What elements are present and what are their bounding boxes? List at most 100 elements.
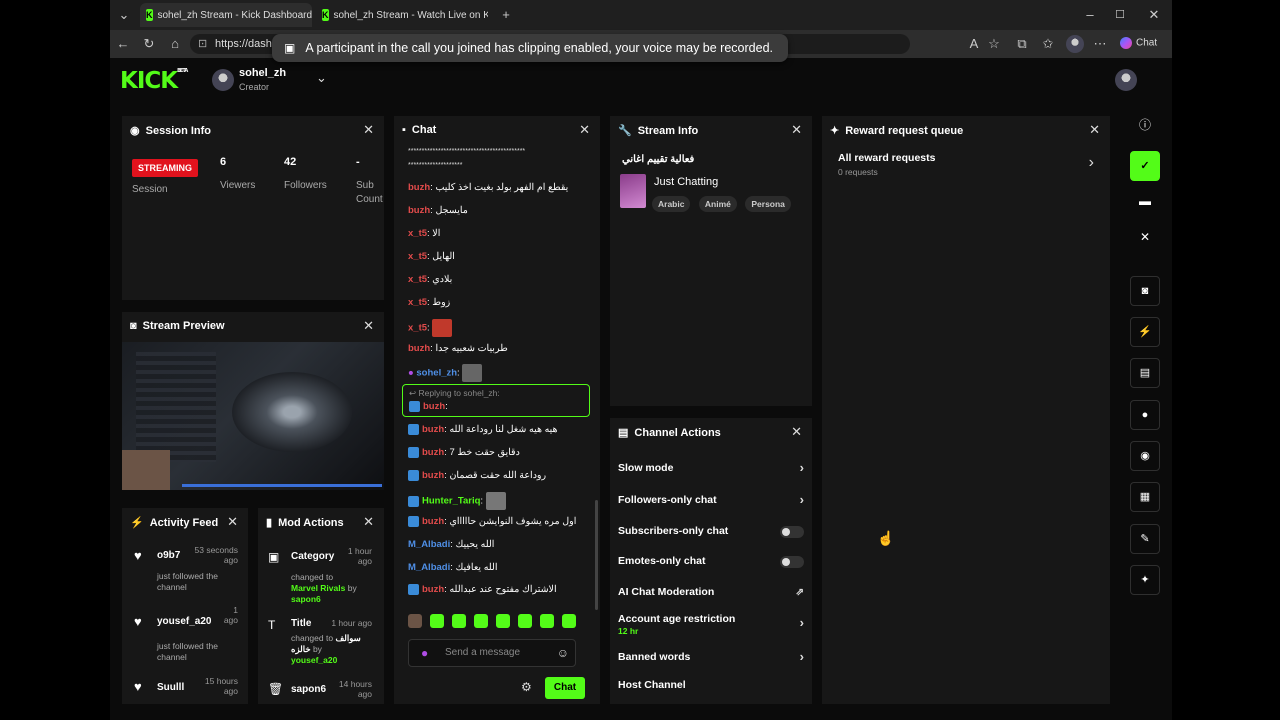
layout-icon[interactable]: ▬ (1136, 192, 1154, 210)
emoji-icon[interactable]: ☺ (557, 640, 569, 666)
stream-preview-video[interactable] (122, 342, 384, 490)
rail-chat-button[interactable]: ● (1130, 400, 1160, 430)
close-icon[interactable]: ✕ (1136, 228, 1154, 246)
chat-username[interactable]: buzh (408, 205, 430, 216)
rail-stream-preview-button[interactable]: ◙ (1130, 276, 1160, 306)
emote-button[interactable] (562, 614, 576, 628)
subscribers-only-label: Subscribers-only chat (618, 525, 729, 537)
count-label: Count (356, 194, 383, 205)
slow-mode-row[interactable]: Slow mode › (618, 460, 804, 475)
ai-mod-label: AI Chat Moderation (618, 586, 715, 598)
info-icon[interactable]: ⓘ (1136, 116, 1154, 134)
banned-words-row[interactable]: Banned words › (618, 649, 804, 664)
emote-button[interactable] (540, 614, 554, 628)
chat-scrollbar[interactable] (595, 500, 598, 610)
feed-time-ago: ago (223, 615, 238, 625)
chat-username[interactable]: buzh (422, 470, 444, 481)
chat-username[interactable]: x_t5 (408, 274, 427, 285)
emote-button[interactable] (452, 614, 466, 628)
feed-time-ago: ago (223, 686, 238, 696)
feed-user: yousef_a20 (157, 616, 212, 627)
close-icon[interactable]: ✕ (363, 318, 374, 334)
save-layout-button[interactable]: ✓ (1130, 151, 1160, 181)
close-icon[interactable]: ✕ (791, 424, 802, 440)
chat-message-input[interactable]: ● Send a message ☺ (408, 639, 576, 667)
chat-username[interactable]: buzh (422, 447, 444, 458)
preview-turntable-image (232, 372, 352, 452)
chat-username[interactable]: M_Albadi (408, 562, 450, 573)
subscribers-only-toggle[interactable] (780, 526, 804, 538)
chat-username[interactable]: buzh (423, 401, 445, 412)
chat-text: يقطع ام الفهر بولد بغيت اخذ كليب (435, 182, 569, 193)
rail-activity-button[interactable]: ⚡ (1130, 317, 1160, 347)
new-tab-icon[interactable]: + (498, 7, 514, 23)
chat-username[interactable]: x_t5 (408, 251, 427, 262)
chat-text: هيه هيه شغل لنا روداعة الله (449, 424, 558, 436)
chat-username[interactable]: buzh (408, 343, 430, 354)
chat-username[interactable]: Hunter_Tariq (422, 496, 480, 507)
rail-broadcast-button[interactable]: ◉ (1130, 441, 1160, 471)
moderator-badge-icon (408, 516, 419, 527)
back-icon[interactable]: ← (115, 36, 131, 52)
chat-username[interactable]: x_t5 (408, 297, 427, 308)
host-channel-row[interactable]: Host Channel (618, 679, 804, 691)
mic-icon[interactable]: ● (421, 640, 428, 666)
chevron-down-icon[interactable]: ⌄ (316, 70, 327, 86)
browser-tab-watch[interactable]: K sohel_zh Stream - Watch Live on K ✕ (316, 3, 488, 27)
minimize-icon[interactable]: – (1082, 7, 1098, 23)
rail-channel-actions-button[interactable]: ▦ (1130, 482, 1160, 512)
emote-button[interactable] (408, 614, 422, 628)
kick-logo[interactable]: KICKBETA (120, 68, 188, 94)
rail-stream-info-button[interactable]: ✎ (1130, 524, 1160, 554)
chat-username[interactable]: buzh (408, 182, 430, 193)
close-icon[interactable]: ✕ (791, 122, 802, 138)
rail-notes-button[interactable]: ▤ (1130, 358, 1160, 388)
emote-button[interactable] (496, 614, 510, 628)
window-close-icon[interactable]: ✕ (1146, 7, 1162, 23)
subscribers-only-row: Subscribers-only chat (618, 525, 804, 538)
reply-label: ↩ Replying to sohel_zh: (409, 388, 500, 399)
emote-button[interactable] (518, 614, 532, 628)
chat-username[interactable]: buzh (422, 516, 444, 527)
maximize-icon[interactable]: ☐ (1112, 7, 1128, 23)
chat-username[interactable]: M_Albadi (408, 539, 450, 550)
moderator-badge-icon (408, 495, 419, 507)
chat-input-placeholder: Send a message (445, 647, 521, 658)
close-icon[interactable]: ✕ (227, 514, 238, 530)
read-aloud-icon[interactable]: A (966, 36, 982, 52)
mod-action: sapon6 (291, 684, 327, 695)
close-icon[interactable]: ✕ (363, 514, 374, 530)
chat-message: M_Albadi: الله يعافيك (408, 562, 498, 573)
emotes-only-toggle[interactable] (780, 556, 804, 568)
followers-only-row[interactable]: Followers-only chat › (618, 492, 804, 507)
extensions-icon[interactable]: ⧉ (1014, 36, 1030, 52)
favorites-bar-icon[interactable]: ✩ (1040, 36, 1056, 52)
close-icon[interactable]: ✕ (363, 122, 374, 138)
session-info-panel: ◉ Session Info ✕ STREAMING Session 6 View… (122, 116, 384, 300)
chat-username[interactable]: buzh (422, 584, 444, 595)
favorite-icon[interactable]: ☆ (986, 36, 1002, 52)
close-icon[interactable]: ✕ (1089, 122, 1100, 138)
tab-list-icon[interactable]: ⌄ (116, 7, 132, 23)
profile-avatar[interactable] (1066, 35, 1084, 53)
reload-icon[interactable]: ↻ (141, 36, 157, 52)
mod-title: Mod Actions (278, 516, 344, 529)
browser-tab-dashboard[interactable]: K sohel_zh Stream - Kick Dashboard ✕ (140, 3, 312, 27)
rail-rewards-button[interactable]: ✦ (1130, 565, 1160, 595)
account-age-row[interactable]: Account age restriction 12 hr › (618, 613, 804, 637)
chat-username[interactable]: x_t5 (408, 323, 427, 334)
close-icon[interactable]: ✕ (579, 122, 590, 138)
send-chat-button[interactable]: Chat (545, 677, 585, 699)
more-icon[interactable]: ⋯ (1092, 36, 1108, 52)
all-reward-requests-row[interactable]: All reward requests 0 requests › (838, 152, 1094, 182)
chat-username[interactable]: buzh (422, 424, 444, 435)
chat-username[interactable]: x_t5 (408, 228, 427, 239)
user-menu-avatar[interactable] (1115, 69, 1137, 91)
gear-icon[interactable]: ⚙ (521, 680, 532, 694)
emote-button[interactable] (474, 614, 488, 628)
emote-button[interactable] (430, 614, 444, 628)
home-icon[interactable]: ⌂ (167, 36, 183, 52)
copilot-chat-button[interactable]: Chat (1120, 37, 1157, 49)
chat-username[interactable]: sohel_zh (416, 368, 457, 379)
ai-moderation-row[interactable]: AI Chat Moderation ⇗ (618, 586, 804, 598)
